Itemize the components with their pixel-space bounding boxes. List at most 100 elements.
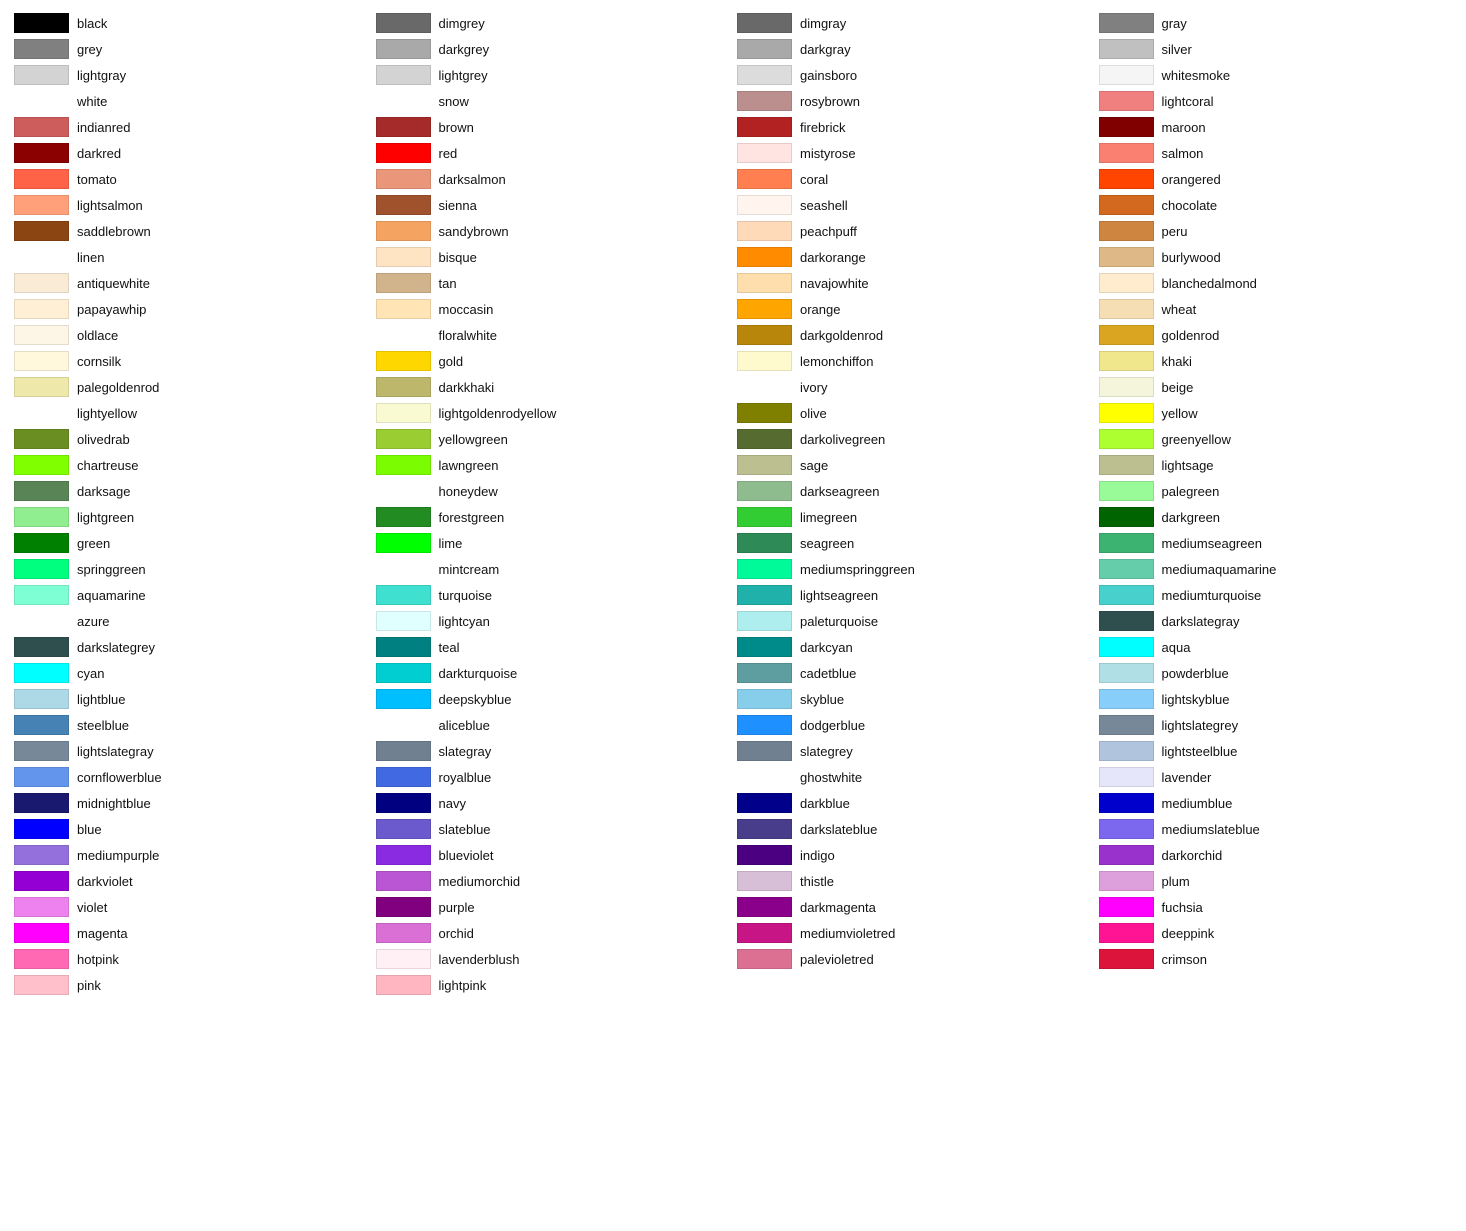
color-swatch [14,559,69,579]
color-name: slateblue [439,822,491,837]
color-row: orangered [1095,166,1457,192]
color-row: turquoise [372,582,734,608]
color-swatch [376,169,431,189]
color-name: gray [1162,16,1187,31]
color-row: beige [1095,374,1457,400]
color-row: salmon [1095,140,1457,166]
color-swatch [1099,481,1154,501]
color-name: darkslateblue [800,822,877,837]
color-name: oldlace [77,328,118,343]
color-row: sienna [372,192,734,218]
color-swatch [14,403,69,423]
color-swatch [737,91,792,111]
color-swatch [1099,715,1154,735]
color-swatch [1099,455,1154,475]
color-swatch [737,169,792,189]
color-swatch [14,741,69,761]
color-row: mediumslateblue [1095,816,1457,842]
color-name: darkcyan [800,640,853,655]
color-row: chartreuse [10,452,372,478]
color-name: tomato [77,172,117,187]
color-row: green [10,530,372,556]
color-name: coral [800,172,828,187]
color-name: palegreen [1162,484,1220,499]
color-swatch [737,611,792,631]
color-row: powderblue [1095,660,1457,686]
color-name: lime [439,536,463,551]
color-swatch [1099,845,1154,865]
color-name: lightsage [1162,458,1214,473]
color-grid: blackgreylightgraywhiteindianreddarkredt… [10,10,1456,998]
color-name: aqua [1162,640,1191,655]
color-name: cornflowerblue [77,770,162,785]
color-row: ivory [733,374,1095,400]
color-swatch [1099,559,1154,579]
color-name: mintcream [439,562,500,577]
color-name: lightcyan [439,614,490,629]
color-row: palegoldenrod [10,374,372,400]
color-row: gray [1095,10,1457,36]
color-name: purple [439,900,475,915]
color-name: darkkhaki [439,380,495,395]
color-row: seashell [733,192,1095,218]
color-swatch [376,715,431,735]
color-name: darksalmon [439,172,506,187]
color-row: darkmagenta [733,894,1095,920]
color-swatch [376,819,431,839]
color-name: khaki [1162,354,1192,369]
color-swatch [737,897,792,917]
color-row: azure [10,608,372,634]
color-swatch [737,221,792,241]
color-row: darkgrey [372,36,734,62]
color-row: grey [10,36,372,62]
color-swatch [1099,13,1154,33]
color-name: fuchsia [1162,900,1203,915]
color-row: lightgreen [10,504,372,530]
color-name: darkslategray [1162,614,1240,629]
color-swatch [376,195,431,215]
color-row: blue [10,816,372,842]
color-row: cornflowerblue [10,764,372,790]
color-name: green [77,536,110,551]
color-swatch [1099,793,1154,813]
color-row: cornsilk [10,348,372,374]
color-name: darkgrey [439,42,490,57]
color-swatch [376,429,431,449]
color-row: aqua [1095,634,1457,660]
color-name: snow [439,94,469,109]
color-swatch [14,533,69,553]
color-name: peru [1162,224,1188,239]
color-swatch [737,273,792,293]
color-swatch [14,897,69,917]
color-swatch [14,507,69,527]
color-row: navy [372,790,734,816]
color-name: blue [77,822,102,837]
color-swatch [14,923,69,943]
color-row: silver [1095,36,1457,62]
color-name: beige [1162,380,1194,395]
color-name: yellowgreen [439,432,508,447]
color-row: lightgoldenrodyellow [372,400,734,426]
color-row: palevioletred [733,946,1095,972]
color-row: lime [372,530,734,556]
color-row: darkturquoise [372,660,734,686]
color-swatch [1099,767,1154,787]
color-swatch [14,143,69,163]
color-name: dimgrey [439,16,485,31]
color-name: darkorchid [1162,848,1223,863]
color-name: goldenrod [1162,328,1220,343]
color-swatch [376,923,431,943]
color-name: rosybrown [800,94,860,109]
color-swatch [14,845,69,865]
color-row: mediumblue [1095,790,1457,816]
color-name: lightyellow [77,406,137,421]
color-swatch [1099,585,1154,605]
color-name: antiquewhite [77,276,150,291]
color-swatch [737,455,792,475]
color-row: blanchedalmond [1095,270,1457,296]
color-name: lavender [1162,770,1212,785]
color-row: lightskyblue [1095,686,1457,712]
color-name: darkslategrey [77,640,155,655]
color-name: lightgray [77,68,126,83]
color-name: paleturquoise [800,614,878,629]
